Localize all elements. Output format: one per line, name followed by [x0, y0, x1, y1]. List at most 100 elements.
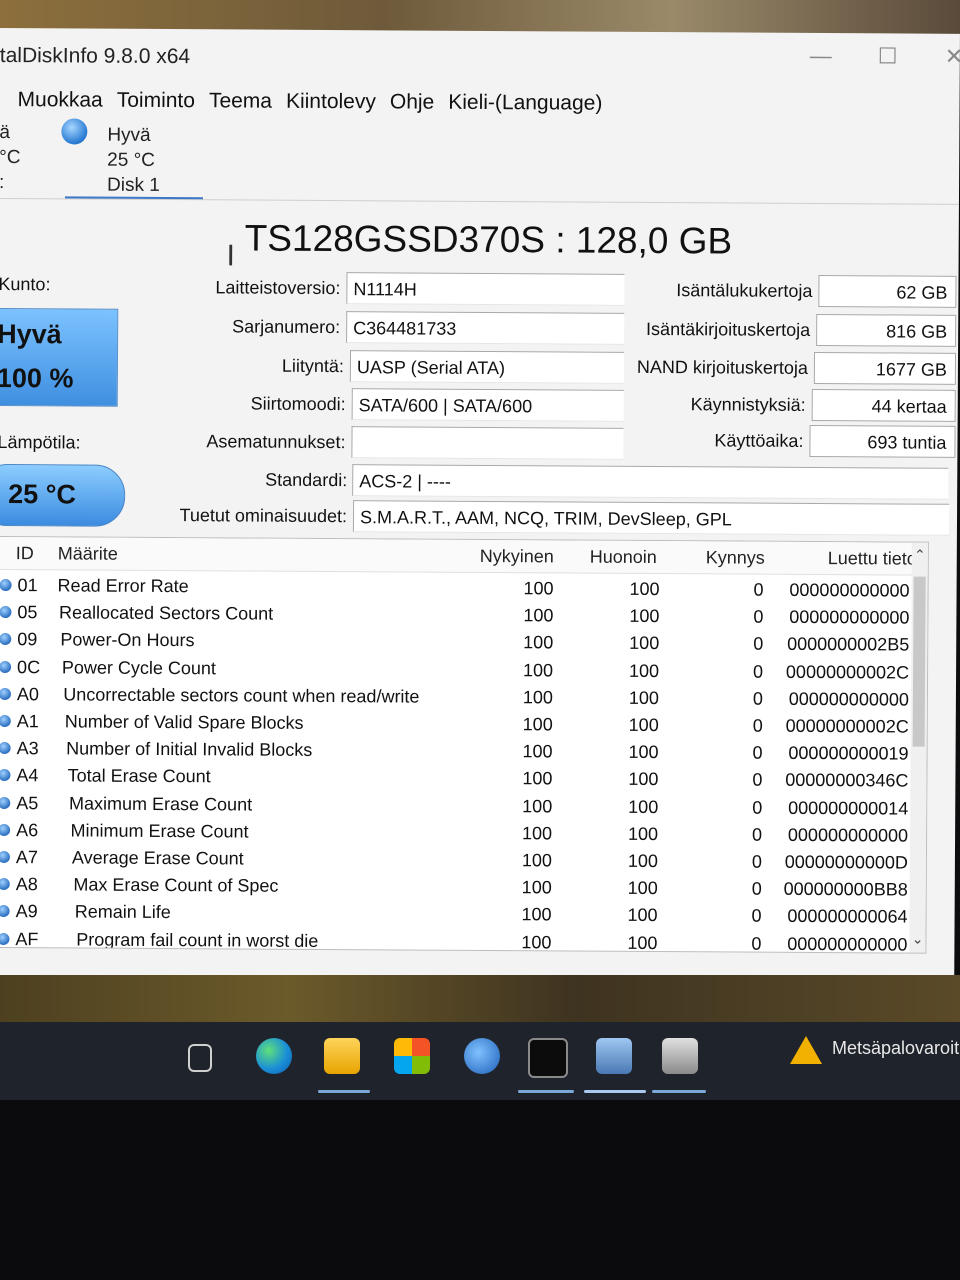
disk-tabs: ä °C : Hyvä 25 °C Disk 1	[0, 117, 960, 205]
vertical-scrollbar[interactable]: ⌃ ⌄	[909, 542, 928, 953]
menu-help[interactable]: Ohje	[390, 90, 434, 114]
cell-raw-value: 00000000002C	[785, 661, 910, 683]
power-on-hours-label: Käyttöaika:	[714, 430, 804, 451]
status-dot-icon	[0, 742, 11, 755]
cell-worst: 100	[628, 796, 659, 817]
disk-tab-disk1[interactable]: Hyvä 25 °C Disk 1	[0, 118, 959, 200]
table-row[interactable]: AF Program fail count in worst die 100 100 0…	[0, 927, 915, 954]
cell-threshold: 0	[752, 797, 763, 818]
store-icon[interactable]	[394, 1038, 430, 1074]
cell-worst: 100	[627, 932, 658, 953]
interface-field: UASP (Serial ATA)	[349, 350, 625, 384]
cell-attribute: Power-On Hours	[60, 629, 195, 651]
cell-worst: 100	[629, 578, 660, 600]
power-on-count-label: Käynnistyksiä:	[690, 394, 806, 415]
features-field: S.M.A.R.T., AAM, NCQ, TRIM, DevSleep, GP…	[352, 500, 950, 536]
cell-id: 0C	[17, 656, 41, 677]
terminal-icon[interactable]	[528, 1038, 568, 1078]
warning-icon[interactable]	[790, 1036, 822, 1064]
cell-threshold: 0	[751, 905, 762, 927]
cell-id: A3	[16, 738, 39, 759]
close-button[interactable]: ✕	[945, 44, 960, 70]
status-dot-icon	[0, 851, 10, 864]
disk-utility-icon[interactable]	[662, 1038, 698, 1074]
smart-table[interactable]: ID Määrite Nykyinen Huonoin Kynnys Luett…	[0, 535, 929, 954]
cell-worst: 100	[627, 850, 658, 872]
cell-id: AF	[15, 928, 39, 949]
host-writes-label: Isäntäkirjoituskertoja	[646, 318, 811, 340]
cell-threshold: 0	[751, 851, 762, 872]
cell-raw-value: 000000000000	[789, 579, 910, 601]
cell-raw-value: 000000000BB8	[783, 878, 908, 900]
menu-language[interactable]: Kieli-(Language)	[448, 91, 602, 116]
cell-current: 100	[521, 931, 552, 952]
file-explorer-icon[interactable]	[324, 1038, 360, 1074]
disk-model-title: TS128GSSD370S : 128,0 GB	[244, 217, 733, 262]
maximize-button[interactable]: ☐	[878, 43, 898, 69]
cell-current: 100	[521, 877, 552, 898]
temperature-box[interactable]: 25 °C	[0, 463, 126, 527]
scroll-thumb[interactable]	[912, 576, 926, 747]
cell-threshold: 0	[751, 878, 762, 899]
menu-edit[interactable]: Muokkaa	[17, 88, 102, 113]
menu-theme[interactable]: Teema	[209, 89, 272, 113]
cell-current: 100	[522, 795, 553, 816]
health-status-text: Hyvä	[0, 318, 62, 350]
cell-attribute: Total Erase Count	[67, 765, 211, 787]
status-dot-icon	[0, 769, 11, 782]
title-bar: talDiskInfo 9.8.0 x64 — ☐ ✕	[0, 38, 960, 84]
cell-worst: 100	[627, 905, 658, 926]
cell-worst: 100	[628, 742, 659, 763]
col-id[interactable]: ID	[16, 543, 34, 564]
edge-browser-icon[interactable]	[256, 1038, 292, 1074]
status-dot-icon	[0, 606, 12, 619]
outlook-icon[interactable]	[464, 1038, 500, 1074]
cell-raw-value: 000000000000	[787, 824, 909, 846]
scroll-down-icon[interactable]: ⌄	[912, 931, 924, 948]
task-view-icon[interactable]	[188, 1044, 212, 1072]
cell-raw-value: 00000000000D	[784, 851, 908, 873]
cell-raw-value: 00000000346C	[785, 770, 909, 791]
cell-current: 100	[522, 768, 553, 789]
drive-letter-label: Asematunnukset:	[206, 431, 346, 453]
crystaldiskinfo-taskbar-icon[interactable]	[596, 1038, 632, 1074]
transfer-mode-field: SATA/600 | SATA/600	[351, 388, 624, 422]
menu-disk[interactable]: Kiintolevy	[286, 90, 376, 115]
status-dot-icon	[0, 878, 10, 891]
weather-notification-text[interactable]: Metsäpalovaroit	[832, 1038, 959, 1059]
menu-function[interactable]: Toiminto	[117, 89, 195, 113]
host-reads-field: 62 GB	[818, 275, 957, 308]
cell-threshold: 0	[752, 688, 763, 709]
prev-disk-temp-partial: °C	[0, 146, 21, 169]
disk-utility-active-indicator	[652, 1090, 706, 1093]
host-writes-field: 816 GB	[816, 313, 957, 347]
drive-letter-field	[351, 426, 624, 460]
cell-current: 100	[522, 659, 554, 680]
screen-bezel	[0, 1100, 960, 1280]
cell-current: 100	[521, 850, 552, 871]
cell-threshold: 0	[752, 770, 763, 791]
minimize-button[interactable]: —	[810, 43, 832, 69]
window-title: talDiskInfo 9.8.0 x64	[0, 43, 191, 69]
cell-worst: 100	[629, 606, 660, 627]
host-reads-label: Isäntälukukertoja	[676, 280, 813, 301]
status-dot-icon	[0, 932, 10, 945]
cell-id: A8	[15, 874, 38, 895]
health-status-dot-icon	[61, 118, 88, 145]
file-explorer-active-indicator	[318, 1090, 370, 1093]
col-threshold[interactable]: Kynnys	[706, 547, 765, 568]
col-raw-values[interactable]: Luettu tieto	[828, 548, 917, 570]
cell-attribute: Minimum Erase Count	[70, 820, 249, 842]
cell-attribute: Read Error Rate	[57, 575, 189, 597]
status-dot-icon	[0, 660, 12, 673]
cell-current: 100	[523, 605, 554, 626]
col-worst[interactable]: Huonoin	[590, 547, 657, 568]
firmware-label: Laitteistoversio:	[215, 277, 341, 299]
transfer-mode-label: Siirtomoodi:	[250, 393, 346, 415]
disk-tab-name: Disk 1	[106, 174, 160, 196]
cell-worst: 100	[627, 878, 658, 899]
scroll-up-icon[interactable]: ⌃	[914, 547, 926, 564]
col-current[interactable]: Nykyinen	[480, 546, 554, 567]
health-status-box[interactable]: Hyvä 100 %	[0, 307, 119, 407]
col-attribute[interactable]: Määrite	[58, 543, 118, 564]
